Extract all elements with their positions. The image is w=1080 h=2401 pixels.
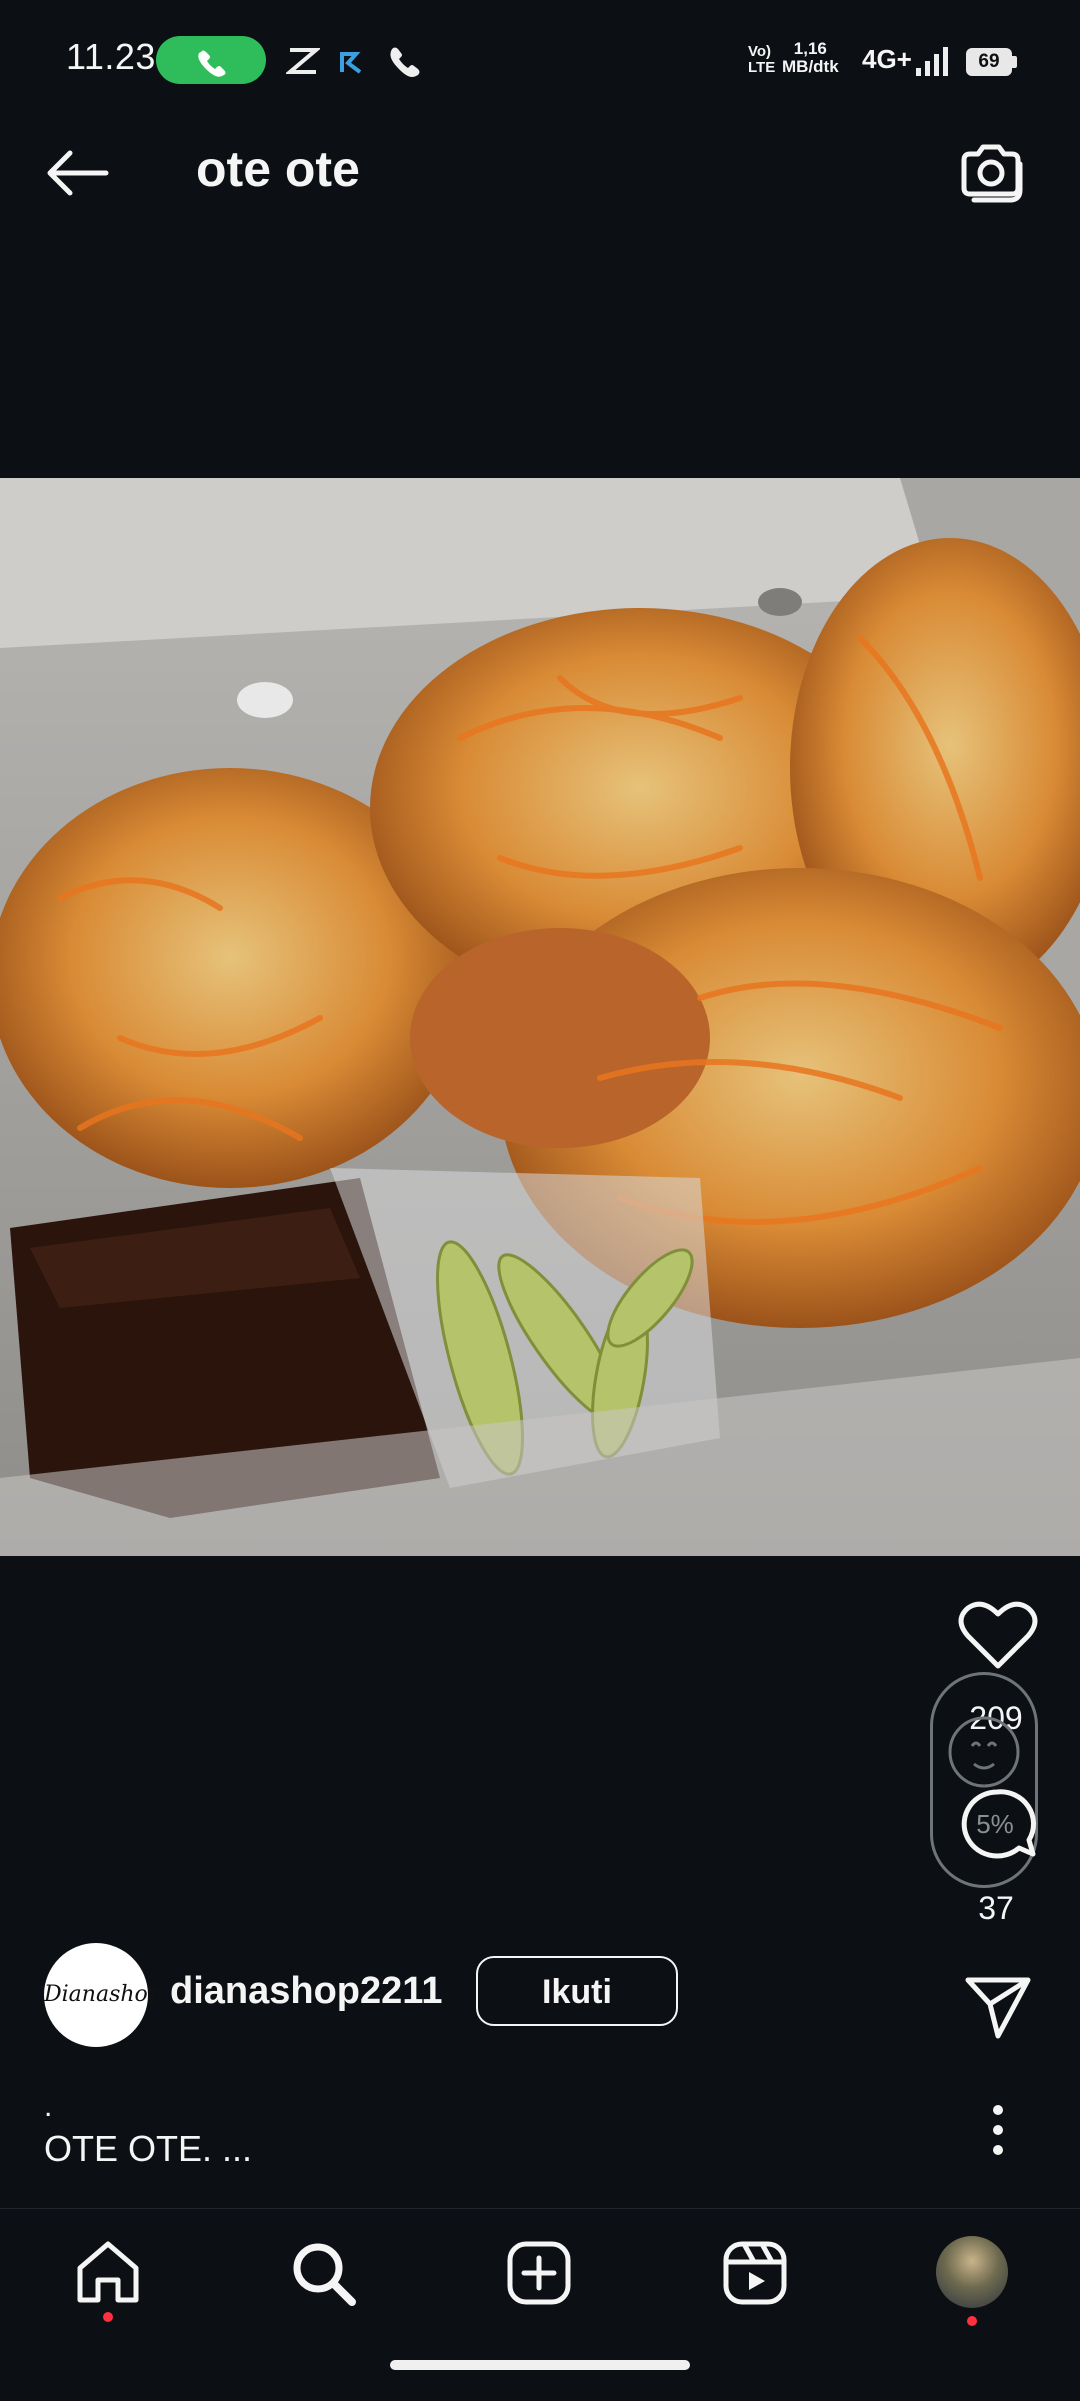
remix-face-icon: [948, 1716, 1020, 1788]
camera-icon[interactable]: [956, 140, 1026, 206]
notification-app-icon: [340, 52, 362, 74]
comment-icon[interactable]: 5%: [956, 1786, 1038, 1866]
ongoing-call-pill[interactable]: [156, 36, 266, 84]
call-status-icon: [390, 47, 420, 77]
share-icon[interactable]: [962, 1974, 1034, 2042]
avatar[interactable]: Dianashop: [44, 1943, 162, 2047]
caption-dot: .: [44, 2090, 53, 2123]
network-type: 4G+: [862, 44, 912, 74]
heart-icon[interactable]: [958, 1600, 1038, 1672]
username[interactable]: dianashop2211: [170, 1970, 442, 2013]
fritter-food-image: [0, 478, 1080, 1556]
status-time: 11.23: [66, 36, 156, 77]
profile-notification-dot: [967, 2316, 977, 2326]
follow-button[interactable]: Ikuti: [476, 1956, 678, 2026]
reels-icon[interactable]: [722, 2240, 788, 2306]
profile-avatar[interactable]: [936, 2236, 1008, 2308]
post-caption[interactable]: OTE OTE. ...: [44, 2128, 252, 2170]
page-title: ote ote: [196, 141, 360, 197]
phone-icon: [198, 50, 226, 77]
comment-count[interactable]: 37: [946, 1890, 1046, 1927]
battery-tip: [1012, 56, 1017, 68]
net-speed-unit: MB/dtk: [782, 57, 839, 76]
home-indicator[interactable]: [390, 2360, 690, 2370]
arrow-left-icon[interactable]: [44, 148, 110, 198]
search-icon[interactable]: [290, 2240, 358, 2308]
home-notification-dot: [103, 2312, 113, 2322]
create-icon[interactable]: [506, 2240, 572, 2306]
remix-badge: 5%: [976, 1809, 1014, 1839]
network-speed: 1,16 MB/dtk: [782, 40, 839, 76]
signal-icon: [916, 47, 948, 76]
post-photo[interactable]: [0, 478, 1080, 1556]
home-icon[interactable]: [74, 2240, 142, 2306]
capcut-icon: [286, 48, 320, 74]
battery-indicator: 69: [966, 48, 1012, 76]
volte-indicator: Vo) LTE: [748, 43, 776, 76]
more-options-icon[interactable]: [988, 2104, 1008, 2156]
net-speed-value: 1,16: [793, 39, 827, 58]
